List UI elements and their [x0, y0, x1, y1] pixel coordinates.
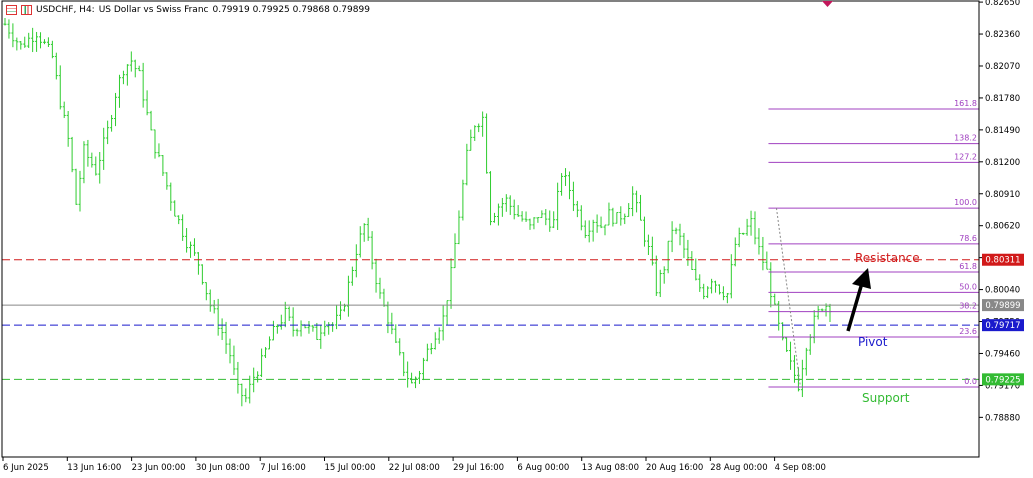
support-price-tag-text: 0.79225 — [985, 375, 1020, 385]
time-tick-label: 6 Jun 2025 — [3, 463, 49, 473]
time-tick-label: 15 Jul 00:00 — [325, 463, 376, 473]
fib-level-label: 38.2 — [959, 302, 977, 311]
time-tick-label: 13 Aug 08:00 — [582, 463, 639, 473]
time-tick-label: 29 Jul 16:00 — [453, 463, 504, 473]
time-tick-label: 30 Jun 08:00 — [196, 463, 250, 473]
price-tick-label: 0.79460 — [985, 349, 1020, 359]
time-tick-label: 20 Aug 16:00 — [646, 463, 703, 473]
time-tick-label: 7 Jul 16:00 — [260, 463, 306, 473]
symbol-timeframe: USDCHF, H4: — [36, 5, 95, 15]
price-tick-label: 0.81490 — [985, 126, 1020, 136]
chart-window-icon[interactable] — [6, 5, 17, 15]
price-tick-label: 0.82070 — [985, 62, 1020, 72]
time-tick-label: 28 Aug 00:00 — [710, 463, 767, 473]
price-tick-label: 0.80620 — [985, 222, 1020, 232]
price-tick-label: 0.81780 — [985, 94, 1020, 104]
chart-window[interactable]: 161.8 138.2 127.2 100.0 78.6 61.8 50.0 38.2 23.6… — [0, 0, 1033, 478]
pivot-label: Pivot — [858, 335, 888, 349]
fib-level-label: 138.2 — [954, 134, 977, 143]
fib-level-label: 100.0 — [954, 198, 977, 207]
support-label: Support — [862, 391, 910, 405]
time-tick-label: 13 Jun 16:00 — [67, 463, 121, 473]
pivot-price-tag-text: 0.79717 — [985, 321, 1020, 331]
price-tick-label: 0.80910 — [985, 190, 1020, 200]
symbol-description: US Dollar vs Swiss Franc — [98, 5, 209, 15]
price-tick-label: 0.82650 — [985, 0, 1020, 8]
resistance-label: Resistance — [855, 251, 920, 265]
price-tick-label: 0.82360 — [985, 30, 1020, 40]
chart-type-icon[interactable] — [21, 5, 32, 15]
fib-level-label: 0.0 — [964, 377, 977, 386]
time-tick-label: 4 Sep 08:00 — [775, 463, 826, 473]
price-tick-label: 0.81200 — [985, 158, 1020, 168]
fib-level-label: 61.8 — [959, 262, 977, 271]
current-price-tag-text: 0.79899 — [985, 301, 1020, 311]
resistance-price-tag-text: 0.80311 — [985, 256, 1020, 266]
time-tick-label: 23 Jun 00:00 — [132, 463, 186, 473]
price-tick-label: 0.80040 — [985, 286, 1020, 296]
fib-level-label: 78.6 — [959, 234, 977, 243]
ohlc-values: 0.79919 0.79925 0.79868 0.79899 — [212, 5, 370, 15]
chart-header: USDCHF, H4: US Dollar vs Swiss Franc 0.7… — [6, 3, 370, 17]
time-tick-label: 22 Jul 08:00 — [389, 463, 440, 473]
fib-level-label: 50.0 — [959, 282, 977, 291]
time-tick-label: 6 Aug 00:00 — [517, 463, 569, 473]
price-tick-label: 0.78880 — [985, 413, 1020, 423]
fib-level-label: 127.2 — [954, 152, 977, 161]
fib-level-label: 161.8 — [954, 99, 977, 108]
fib-level-label: 23.6 — [959, 327, 977, 336]
